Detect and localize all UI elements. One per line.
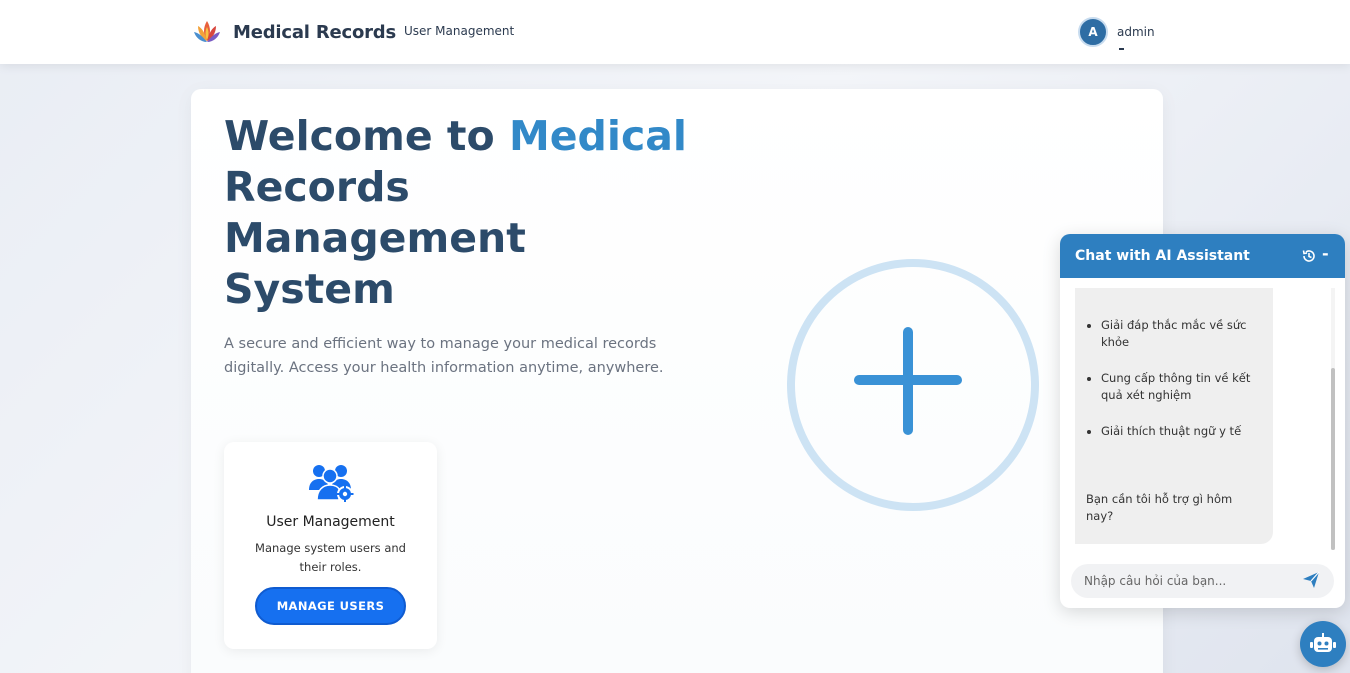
hero-card: Welcome to Medical Records Management Sy… xyxy=(191,89,1163,673)
chat-input[interactable] xyxy=(1071,564,1334,598)
list-item: Cung cấp thông tin về kết quả xét nghiệm xyxy=(1101,370,1261,404)
bot-closing-text: Bạn cần tôi hỗ trợ gì hôm nay? xyxy=(1086,492,1233,523)
robot-icon xyxy=(1310,633,1336,652)
avatar[interactable]: A xyxy=(1078,17,1108,47)
page-title: Welcome to Medical Records Management Sy… xyxy=(224,111,694,315)
chat-title: Chat with AI Assistant xyxy=(1075,248,1250,264)
scrollbar-thumb[interactable] xyxy=(1331,368,1335,550)
title-part2: Records Management System xyxy=(224,163,526,313)
nav-link-user-management[interactable]: User Management xyxy=(404,24,514,38)
capability-list: Giải đáp thắc mắc về sức khỏe Cung cấp t… xyxy=(1086,317,1261,440)
brand[interactable]: Medical Records xyxy=(192,17,396,47)
send-icon[interactable] xyxy=(1302,571,1320,589)
chat-header: Chat with AI Assistant - xyxy=(1060,234,1345,278)
bot-message: Giải đáp thắc mắc về sức khỏe Cung cấp t… xyxy=(1075,288,1273,544)
user-menu-indicator xyxy=(1119,48,1124,50)
chatbot-toggle-button[interactable] xyxy=(1300,621,1346,667)
chat-widget: Chat with AI Assistant - Giải đáp thắc m… xyxy=(1060,234,1345,608)
minimize-icon[interactable]: - xyxy=(1322,244,1329,263)
username[interactable]: admin xyxy=(1117,25,1155,39)
navbar: Medical Records User Management A admin xyxy=(0,0,1350,64)
feature-title: User Management xyxy=(266,514,395,530)
history-icon[interactable] xyxy=(1301,248,1317,264)
title-part1: Welcome to xyxy=(224,112,509,160)
feature-description: Manage system users and their roles. xyxy=(255,541,406,574)
brand-name: Medical Records xyxy=(233,21,397,43)
hero-description: A secure and efficient way to manage you… xyxy=(224,336,664,376)
lotus-logo-icon xyxy=(194,21,220,42)
feature-card-user-management: User Management Manage system users and … xyxy=(224,442,437,649)
list-item: Giải đáp thắc mắc về sức khỏe xyxy=(1101,317,1261,351)
users-gear-icon xyxy=(309,465,354,502)
chat-messages[interactable]: Giải đáp thắc mắc về sức khỏe Cung cấp t… xyxy=(1060,278,1345,550)
plus-circle-icon xyxy=(787,259,1039,511)
user-menu[interactable]: A admin xyxy=(1078,17,1155,47)
title-accent: Medical xyxy=(508,112,687,160)
manage-users-button[interactable]: MANAGE USERS xyxy=(255,587,406,625)
list-item: Giải thích thuật ngữ y tế xyxy=(1101,423,1261,440)
